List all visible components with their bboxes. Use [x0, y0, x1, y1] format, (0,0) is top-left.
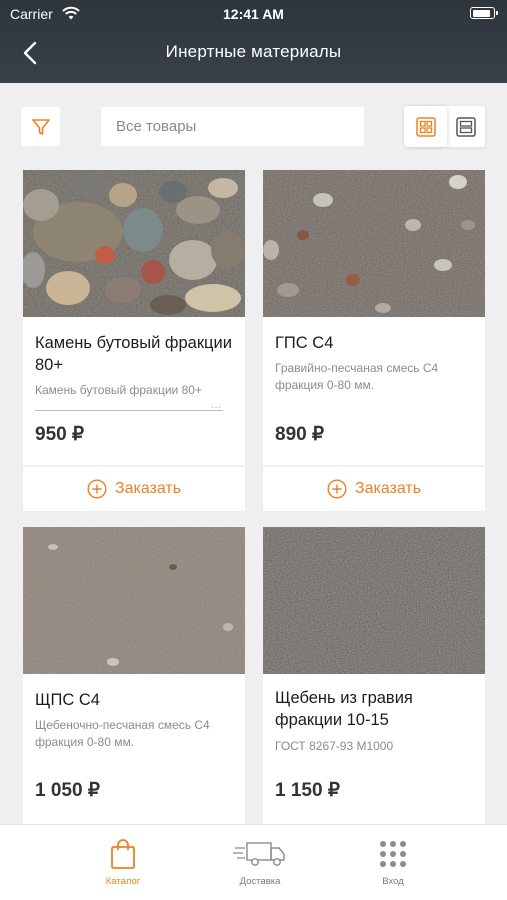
- product-image-gravel-sand-mix: [263, 170, 485, 317]
- product-description: Щебеночно-песчаная смесь С4 фракция 0-80…: [35, 718, 210, 749]
- grid-dots-icon: [380, 841, 406, 867]
- battery-icon: [470, 7, 498, 19]
- clock: 12:41 AM: [223, 6, 284, 22]
- product-image-boulders: [23, 170, 245, 317]
- bag-icon: [111, 839, 135, 869]
- page-title: Инертные материалы: [165, 42, 342, 61]
- product-price: 950 ₽: [35, 424, 85, 445]
- list-view-icon: [456, 116, 476, 137]
- tab-label: Каталог: [105, 876, 141, 887]
- product-name: ГПС С4: [275, 334, 334, 352]
- view-toggle: [404, 106, 485, 147]
- tab-label: Вход: [382, 876, 404, 887]
- divider: [35, 410, 223, 411]
- tab-delivery[interactable]: Доставка: [200, 825, 320, 900]
- search-input[interactable]: [101, 107, 364, 146]
- product-description: Гравийно-песчаная смесь С4 фракция 0-80 …: [275, 361, 439, 392]
- filter-icon: [31, 118, 50, 135]
- grid-view-button[interactable]: [404, 106, 447, 147]
- add-circle-icon: [87, 479, 107, 499]
- tab-login[interactable]: Вход: [333, 825, 453, 900]
- product-name: Щебень из гравия фракции 10-15: [275, 689, 413, 729]
- product-image-fine-gravel: [263, 527, 485, 674]
- product-image-crushed-stone-sand: [23, 527, 245, 674]
- product-card[interactable]: ГПС С4 Гравийно-песчаная смесь С4 фракци…: [263, 170, 485, 465]
- order-button[interactable]: Заказать: [263, 467, 485, 511]
- order-button-label: Заказать: [114, 480, 182, 497]
- product-price: 1 050 ₽: [35, 780, 100, 801]
- tab-catalog[interactable]: Каталог: [63, 825, 183, 900]
- truck-icon: [233, 842, 285, 866]
- divider-dots: ···: [211, 402, 221, 413]
- product-card[interactable]: Камень бутовый фракции 80+ Камень бутовы…: [23, 170, 245, 465]
- header: Carrier 12:41 AM Инертные материалы: [0, 0, 507, 83]
- order-button[interactable]: Заказать: [23, 467, 245, 511]
- list-view-button[interactable]: [447, 106, 485, 147]
- product-card[interactable]: ЩПС С4 Щебеночно-песчаная смесь С4 фракц…: [23, 527, 245, 824]
- product-price: 1 150 ₽: [275, 780, 340, 801]
- tab-label: Доставка: [239, 876, 281, 887]
- filter-button[interactable]: [21, 107, 60, 146]
- product-name: ЩПС С4: [35, 691, 100, 709]
- product-price: 890 ₽: [275, 424, 325, 445]
- status-bar: Carrier 12:41 AM: [0, 0, 507, 28]
- product-description: Камень бутовый фракции 80+: [35, 383, 202, 397]
- add-circle-icon: [327, 479, 347, 499]
- product-name: Камень бутовый фракции 80+: [35, 334, 232, 374]
- product-description: ГОСТ 8267-93 М1000: [275, 739, 394, 753]
- tab-bar: Каталог Доставка Вход: [0, 824, 507, 900]
- product-card[interactable]: Щебень из гравия фракции 10-15 ГОСТ 8267…: [263, 527, 485, 824]
- order-button-label: Заказать: [354, 480, 422, 497]
- grid-view-icon: [415, 116, 436, 137]
